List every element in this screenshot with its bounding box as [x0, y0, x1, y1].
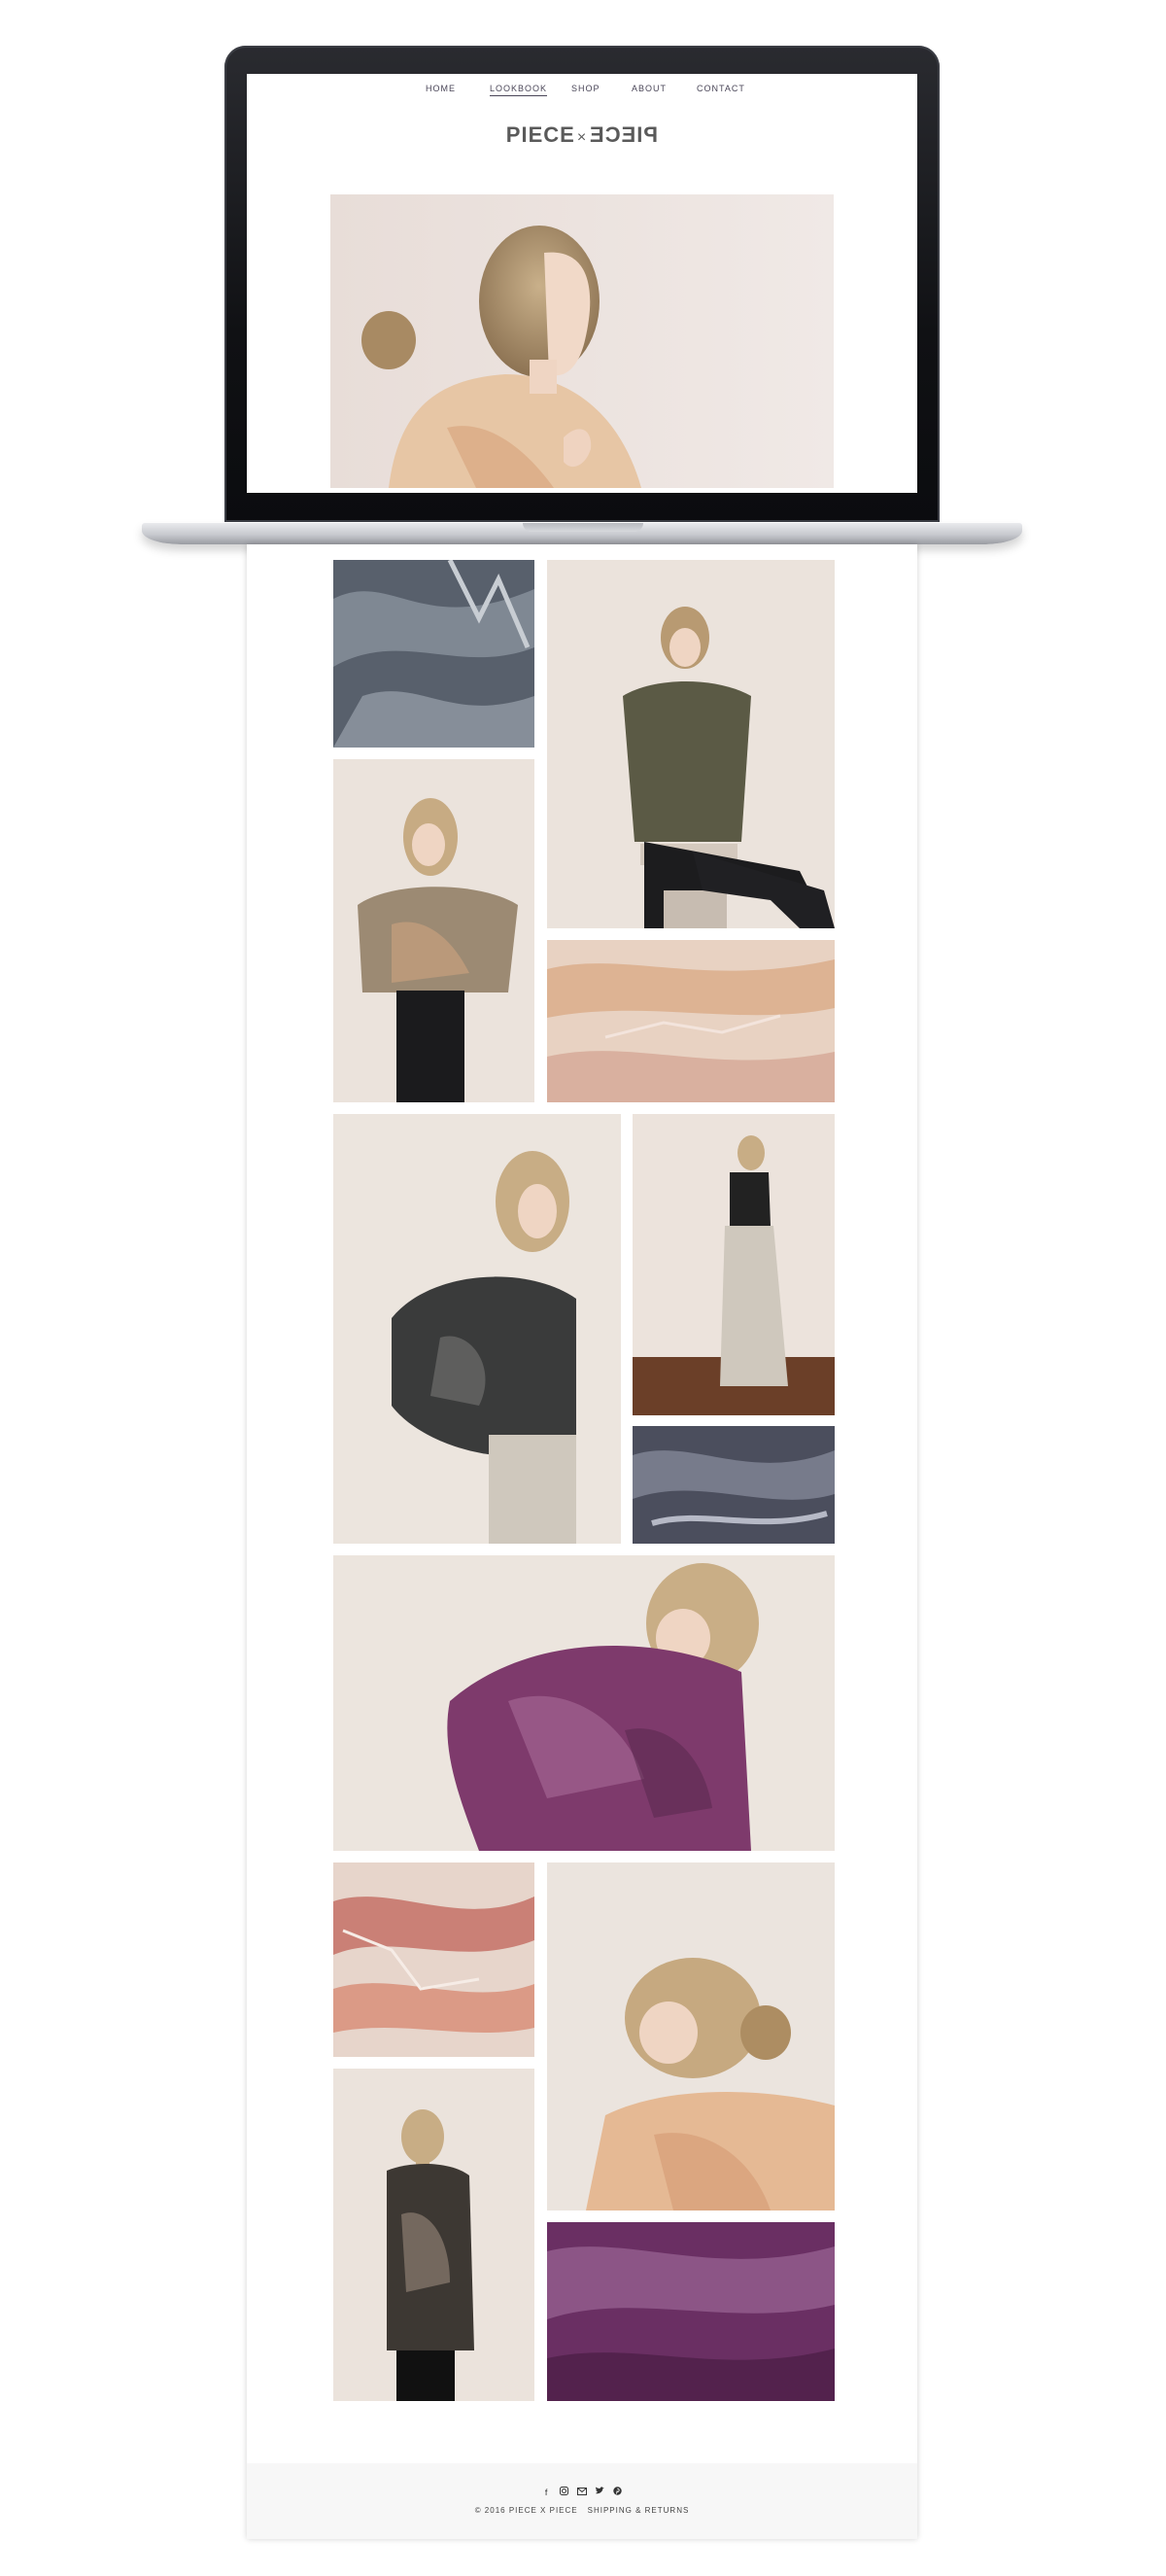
nav-contact[interactable]: CONTACT: [697, 84, 745, 93]
nav-home[interactable]: HOME: [426, 84, 456, 93]
fabric-swatch-plum-tie-dye: [547, 2222, 835, 2401]
photo-model-purple-tie-dye-top: [333, 1555, 835, 1851]
photo-model-wide-leg-trousers: [633, 1114, 835, 1415]
pinterest-icon[interactable]: [613, 2487, 623, 2496]
copyright-text: © 2016 PIECE X PIECE: [474, 2506, 578, 2515]
logo-right-mirrored: PIECE: [589, 122, 659, 147]
fabric-swatch-peach-tie-dye: [547, 940, 835, 1102]
site-logo[interactable]: PIECE ×PIECE: [247, 122, 917, 148]
instagram-icon[interactable]: [560, 2487, 569, 2496]
shipping-returns-link[interactable]: SHIPPING & RETURNS: [588, 2506, 690, 2515]
nav-lookbook[interactable]: LOOKBOOK: [490, 84, 548, 96]
laptop-screen: HOME LOOKBOOK SHOP ABOUT CONTACT PIECE ×P…: [247, 74, 917, 493]
photo-model-sheer-black-top: [333, 1114, 621, 1544]
logo-joiner: ×: [576, 129, 588, 146]
email-icon[interactable]: [577, 2488, 587, 2497]
footer-text: © 2016 PIECE X PIECE SHIPPING & RETURNS: [247, 2506, 917, 2515]
photo-model-back-braid: [333, 2069, 534, 2401]
photo-model-bun-looking-down: [547, 1862, 835, 2210]
nav-about[interactable]: ABOUT: [632, 84, 667, 93]
facebook-icon[interactable]: f: [541, 2488, 551, 2497]
twitter-icon[interactable]: [595, 2487, 605, 2496]
hero-photo-model-profile: [330, 194, 834, 488]
photo-model-seated-olive-top: [547, 560, 835, 928]
main-nav: HOME LOOKBOOK SHOP ABOUT CONTACT: [247, 84, 917, 103]
fabric-swatch-slate-tie-dye: [633, 1426, 835, 1544]
photo-model-wrap-top-hand-in-hair: [333, 759, 534, 1102]
social-links: f: [247, 2483, 917, 2500]
laptop-notch: [523, 523, 643, 532]
nav-shop[interactable]: SHOP: [571, 84, 600, 93]
logo-left: PIECE: [505, 122, 575, 147]
site-footer: f © 2016 PIECE X PIECE SHIPPING & RETURNS: [247, 2463, 917, 2539]
fabric-swatch-grey-tie-dye: [333, 560, 534, 748]
fabric-swatch-coral-tie-dye: [333, 1862, 534, 2057]
